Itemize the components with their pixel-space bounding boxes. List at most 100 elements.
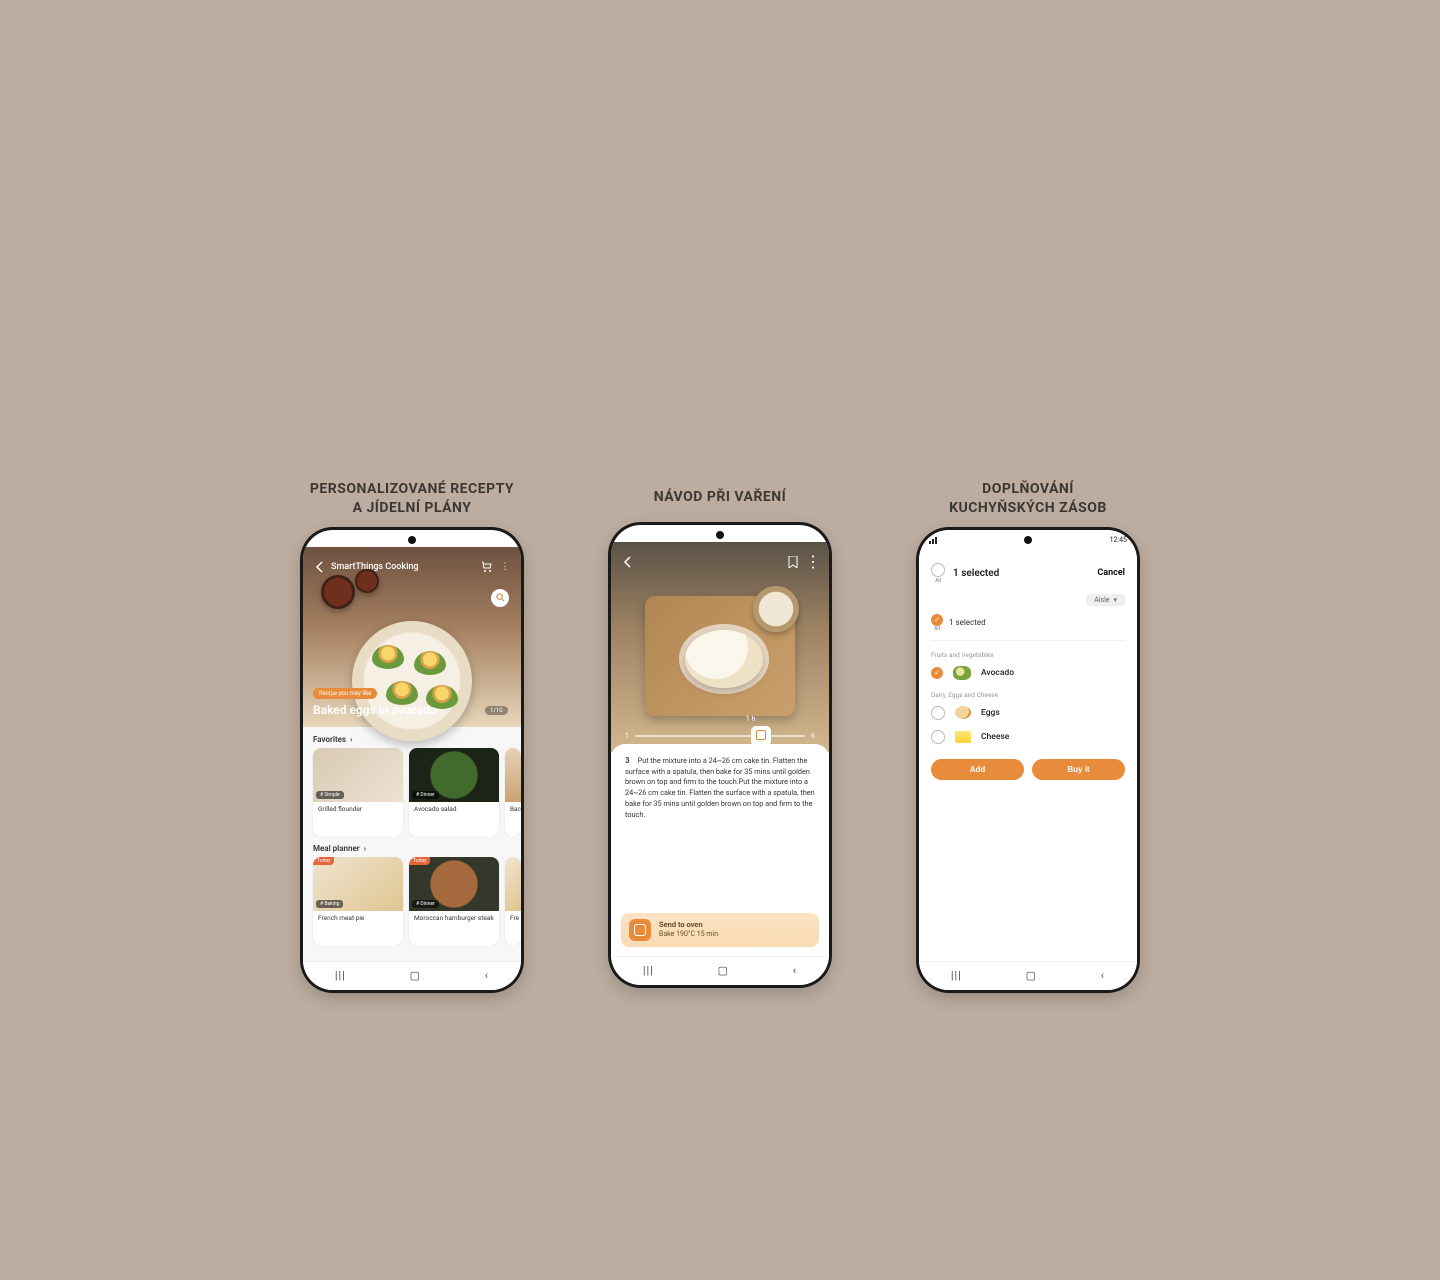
phone3-caption: DOPLŇOVÁNÍ KUCHYŇSKÝCH ZÁSOB (949, 480, 1107, 518)
mealplanner-header[interactable]: Meal planner › (303, 836, 521, 857)
list-item-cheese[interactable]: Cheese (919, 725, 1137, 749)
recents-button[interactable]: ||| (643, 964, 654, 977)
search-button[interactable] (491, 589, 509, 607)
step-slider[interactable]: 1 1 h 6 (625, 732, 815, 740)
phone3-column: DOPLŇOVÁNÍ KUCHYŇSKÝCH ZÁSOB 12:45 All 1… (919, 480, 1137, 990)
home-button[interactable]: ▢ (1026, 969, 1037, 982)
card-thumb (505, 857, 521, 911)
cart-icon[interactable] (481, 561, 493, 573)
bookmark-icon[interactable] (787, 556, 799, 568)
hero-image[interactable]: SmartThings Cooking ⋮ Recipe you may lik… (303, 547, 521, 727)
android-navbar: ||| ▢ ‹ (919, 961, 1137, 990)
checkbox-icon[interactable] (931, 730, 945, 744)
favorites-row[interactable]: # Simple Grilled flounder # Dinner Avoca… (303, 748, 521, 836)
chevron-right-icon: › (364, 844, 366, 853)
meal-card-partial[interactable]: Fre (505, 857, 521, 945)
status-time: 12:45 (494, 536, 511, 544)
cutting-board (645, 596, 795, 716)
checkbox-checked-icon[interactable] (931, 614, 943, 626)
page-indicator: 1/10 (485, 706, 508, 715)
list-item-avocado[interactable]: Avocado (919, 661, 1137, 685)
send-to-oven-bar[interactable]: Send to oven Bake 190°C 15 min (621, 913, 819, 947)
all-toggle[interactable]: All (931, 563, 945, 584)
checkbox-icon[interactable] (931, 706, 945, 720)
card-thumb: # Dinner (409, 748, 499, 802)
checkbox-checked-icon[interactable] (931, 667, 943, 679)
card-tag: # Dinner (412, 791, 439, 799)
chevron-right-icon: › (350, 735, 352, 744)
list-item-eggs[interactable]: Eggs (919, 701, 1137, 725)
checkbox-icon[interactable] (931, 563, 945, 577)
card-label: Grilled flounder (313, 802, 403, 836)
select-header: All 1 selected Cancel (919, 561, 1137, 584)
aisle-dropdown[interactable]: Aisle ▾ (1086, 594, 1125, 606)
step-number: 3 (625, 756, 630, 765)
slider-track[interactable]: 1 h (635, 735, 805, 737)
mealplanner-label: Meal planner (313, 844, 360, 853)
card-label: Bac (505, 802, 521, 836)
all-label: All (935, 578, 941, 584)
all-label: All (934, 626, 940, 632)
content-scroll[interactable]: Favorites › # Simple Grilled flounder # … (303, 727, 521, 990)
cancel-button[interactable]: Cancel (1097, 568, 1125, 578)
step-card[interactable]: 3 Put the mixture into a 24~26 cm cake t… (611, 744, 829, 831)
home-button[interactable]: ▢ (718, 964, 729, 977)
favorite-card[interactable]: # Simple Grilled flounder (313, 748, 403, 836)
dough (685, 630, 763, 688)
send-title: Send to oven (659, 920, 718, 930)
phone2: 12:45 ⋮ (611, 525, 829, 985)
meal-card[interactable]: Today # Baking French meat pie (313, 857, 403, 945)
card-label: Avocado salad (409, 802, 499, 836)
meal-card[interactable]: Today # Dinner Moroccan hamburger steak (409, 857, 499, 945)
app-title: SmartThings Cooking (331, 562, 475, 572)
step-image: ⋮ 1 1 h 6 (611, 542, 829, 752)
camera-notch (716, 531, 724, 539)
slider-end: 6 (811, 732, 815, 740)
card-tag: # Simple (316, 791, 344, 799)
chevron-down-icon: ▾ (1113, 596, 1117, 604)
card-thumb: Today # Baking (313, 857, 403, 911)
send-text: Send to oven Bake 190°C 15 min (659, 920, 718, 939)
all-toggle-section[interactable]: All (931, 614, 943, 632)
phone3: 12:45 All 1 selected Cancel Aisle ▾ (919, 530, 1137, 990)
more-icon[interactable]: ⋮ (807, 556, 819, 568)
camera-notch (1024, 536, 1032, 544)
decor-bowl (321, 575, 355, 609)
item-label: Eggs (981, 708, 1000, 718)
section-count: All 1 selected (919, 610, 1137, 636)
signal-icon (621, 531, 633, 539)
selected-sub: 1 selected (949, 618, 986, 627)
back-button[interactable]: ‹ (1101, 969, 1105, 982)
phone1-caption: PERSONALIZOVANÉ RECEPTY A JÍDELNÍ PLÁNY (310, 480, 514, 518)
favorite-card-partial[interactable]: Bac (505, 748, 521, 836)
card-tag: # Dinner (412, 900, 439, 908)
home-button[interactable]: ▢ (410, 969, 421, 982)
recents-button[interactable]: ||| (335, 969, 346, 982)
phone2-column: NÁVOD PŘI VAŘENÍ 12:45 (611, 480, 829, 985)
back-button[interactable]: ‹ (485, 969, 489, 982)
phone3-screen: 12:45 All 1 selected Cancel Aisle ▾ (919, 530, 1137, 990)
slider-time-label: 1 h (746, 715, 756, 723)
phone-row-container: PERSONALIZOVANÉ RECEPTY A JÍDELNÍ PLÁNY … (303, 480, 1137, 990)
step-text: Put the mixture into a 24~26 cm cake tin… (625, 756, 815, 821)
app-header: SmartThings Cooking ⋮ (303, 561, 521, 573)
back-button[interactable]: ‹ (793, 964, 797, 977)
cheese-icon (955, 731, 971, 743)
phone1-screen: 12:45 SmartThings Cooking (303, 530, 521, 990)
card-label: Moroccan hamburger steak (409, 911, 499, 945)
card-thumb (505, 748, 521, 802)
buy-button[interactable]: Buy it (1032, 759, 1125, 780)
back-icon[interactable] (313, 561, 325, 573)
android-navbar: ||| ▢ ‹ (303, 961, 521, 990)
recents-button[interactable]: ||| (951, 969, 962, 982)
favorite-card[interactable]: # Dinner Avocado salad (409, 748, 499, 836)
item-label: Avocado (981, 668, 1014, 678)
card-thumb: Today # Dinner (409, 857, 499, 911)
add-button[interactable]: Add (931, 759, 1024, 780)
more-icon[interactable]: ⋮ (499, 561, 511, 573)
today-tag: Today (409, 857, 430, 865)
back-icon[interactable] (621, 556, 633, 568)
slider-knob[interactable] (751, 726, 771, 746)
group-fruits-header: Fruits and Vegetables (919, 645, 1137, 661)
mealplanner-row[interactable]: Today # Baking French meat pie Today # D… (303, 857, 521, 945)
